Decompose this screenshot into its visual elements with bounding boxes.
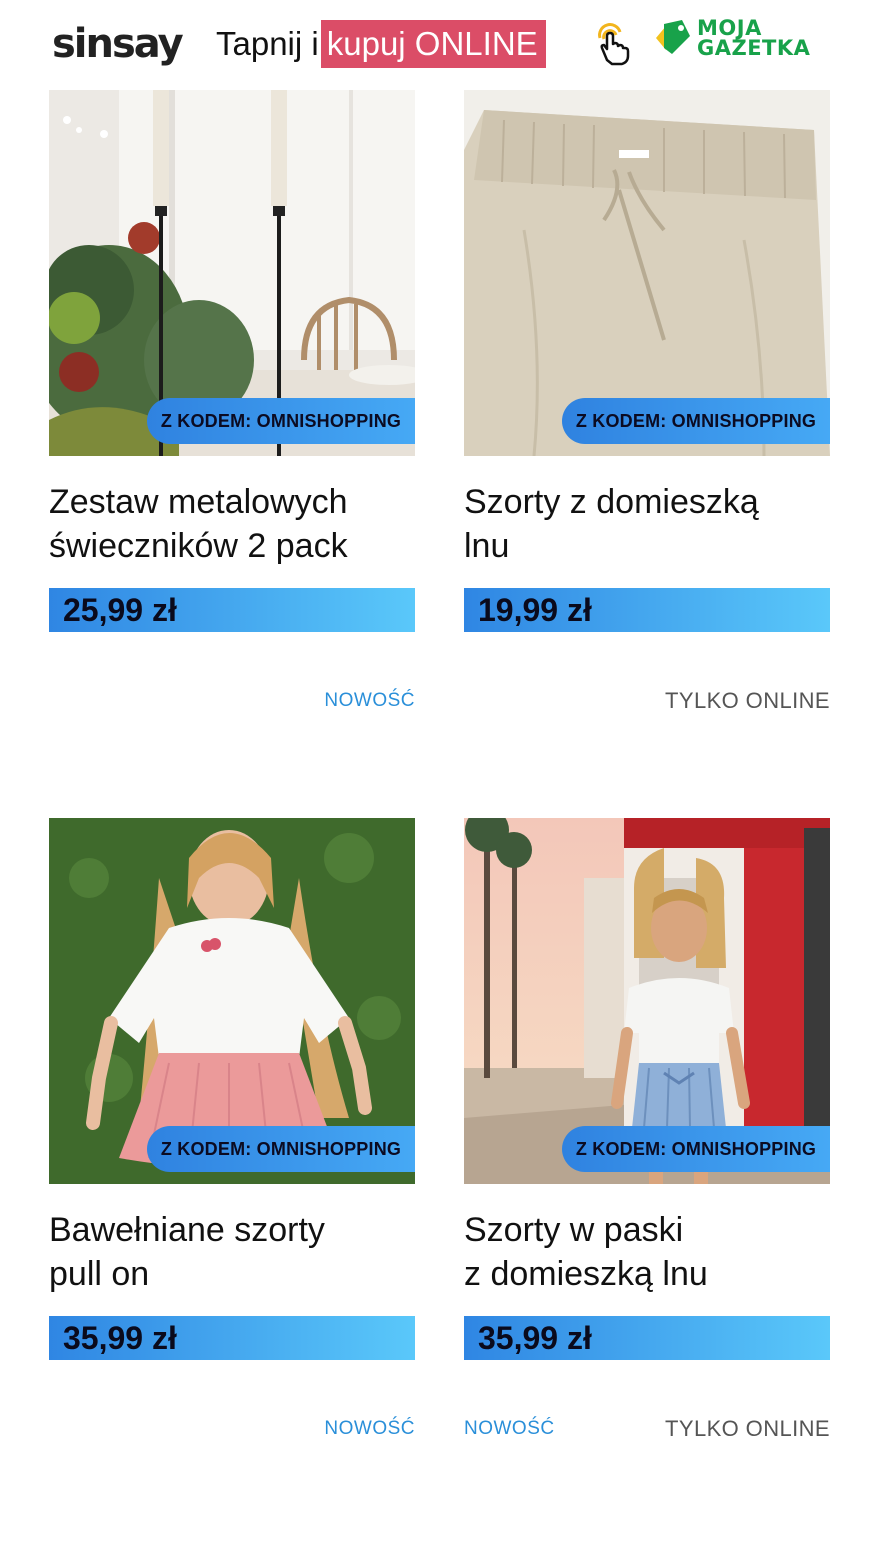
product-title-line2: z domieszką lnu bbox=[464, 1255, 708, 1293]
product-title[interactable]: Zestaw metalowych świeczników 2 pack bbox=[49, 480, 415, 568]
product-title-line2: pull on bbox=[49, 1255, 150, 1293]
product-card[interactable]: Z KODEM: OMNISHOPPING Bawełniane szorty … bbox=[49, 818, 415, 1439]
product-price: 25,99 zł bbox=[63, 592, 177, 628]
header: sinsay Tapnij i kupuj ONLINE MOJA GAZETK… bbox=[0, 0, 879, 88]
product-price: 19,99 zł bbox=[478, 592, 592, 628]
promo-badge: Z KODEM: OMNISHOPPING bbox=[562, 1126, 830, 1172]
promo-badge: Z KODEM: OMNISHOPPING bbox=[147, 1126, 415, 1172]
new-tag: NOWOŚĆ bbox=[464, 1418, 555, 1439]
product-image-cotton-shorts[interactable]: Z KODEM: OMNISHOPPING bbox=[49, 818, 415, 1184]
tagline-highlight[interactable]: kupuj ONLINE bbox=[320, 20, 546, 68]
brand-logo[interactable]: sinsay bbox=[52, 20, 184, 68]
product-title-line2: świeczników 2 pack bbox=[49, 527, 348, 565]
gazetka-line1: MOJA bbox=[697, 16, 762, 40]
gazetka-logo[interactable]: MOJA GAZETKA bbox=[697, 16, 811, 60]
product-price: 35,99 zł bbox=[63, 1320, 177, 1356]
product-title[interactable]: Bawełniane szorty pull on bbox=[49, 1208, 415, 1296]
price-bar: 35,99 zł bbox=[464, 1316, 830, 1360]
product-title-line1: Zestaw metalowych bbox=[49, 483, 348, 521]
product-card[interactable]: Z KODEM: OMNISHOPPING Szorty w paski z d… bbox=[464, 818, 830, 1441]
gazetka-line2: GAZETKA bbox=[697, 36, 811, 60]
price-bar: 19,99 zł bbox=[464, 588, 830, 632]
product-image-linen-shorts[interactable]: Z KODEM: OMNISHOPPING bbox=[464, 90, 830, 456]
tagline[interactable]: Tapnij i kupuj ONLINE bbox=[216, 20, 546, 68]
product-card[interactable]: Z KODEM: OMNISHOPPING Szorty z domieszką… bbox=[464, 90, 830, 713]
product-image-candlesticks[interactable]: Z KODEM: OMNISHOPPING bbox=[49, 90, 415, 456]
price-bar: 35,99 zł bbox=[49, 1316, 415, 1360]
online-only-tag: TYLKO ONLINE bbox=[665, 1416, 830, 1441]
product-title-line1: Szorty z domieszką bbox=[464, 483, 759, 521]
promo-badge: Z KODEM: OMNISHOPPING bbox=[147, 398, 415, 444]
new-tag: NOWOŚĆ bbox=[324, 690, 415, 711]
product-title-line2: lnu bbox=[464, 527, 510, 565]
tagline-prefix: Tapnij i bbox=[216, 25, 319, 62]
product-card[interactable]: Z KODEM: OMNISHOPPING Zestaw metalowych … bbox=[49, 90, 415, 711]
tap-hand-icon bbox=[590, 18, 634, 66]
price-bar: 25,99 zł bbox=[49, 588, 415, 632]
product-image-striped-shorts[interactable]: Z KODEM: OMNISHOPPING bbox=[464, 818, 830, 1184]
online-only-tag: TYLKO ONLINE bbox=[665, 688, 830, 713]
product-title-line1: Szorty w paski bbox=[464, 1211, 684, 1249]
product-title-line1: Bawełniane szorty bbox=[49, 1211, 325, 1249]
product-title[interactable]: Szorty w paski z domieszką lnu bbox=[464, 1208, 830, 1296]
product-price: 35,99 zł bbox=[478, 1320, 592, 1356]
product-title[interactable]: Szorty z domieszką lnu bbox=[464, 480, 830, 568]
new-tag: NOWOŚĆ bbox=[324, 1418, 415, 1439]
promo-badge: Z KODEM: OMNISHOPPING bbox=[562, 398, 830, 444]
